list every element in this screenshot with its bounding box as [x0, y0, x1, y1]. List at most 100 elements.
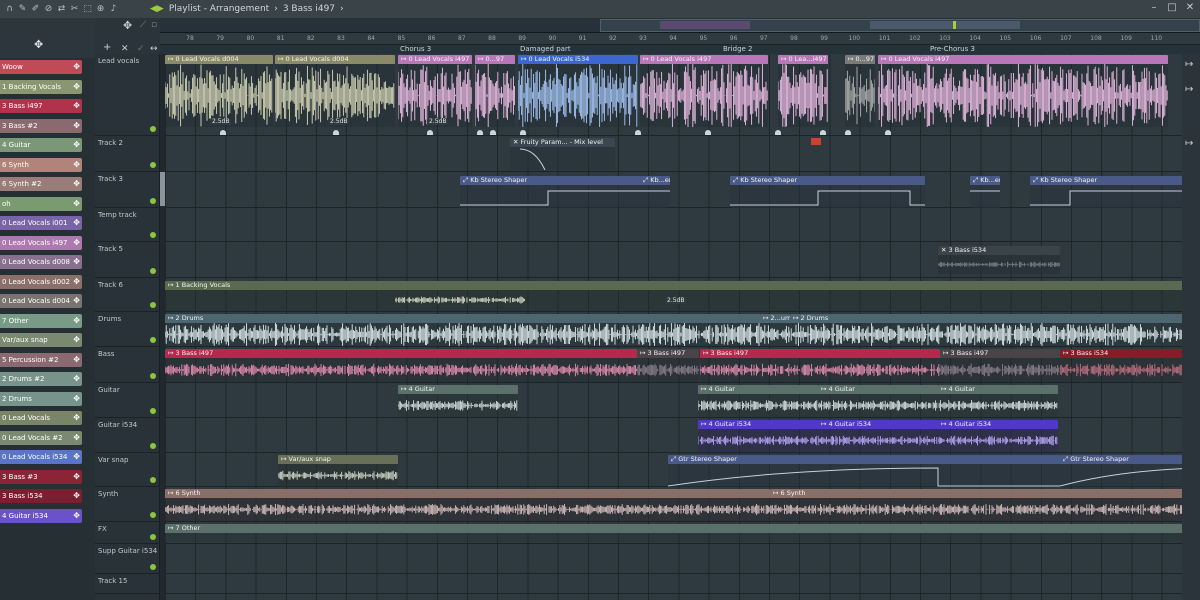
- track-enable-led[interactable]: [150, 302, 156, 308]
- check-icon[interactable]: ✓: [137, 44, 145, 54]
- move-icon[interactable]: ✥: [73, 489, 80, 503]
- picker-item[interactable]: 2 Drums #2 ✥: [0, 372, 82, 386]
- picker-item[interactable]: 0 Lead Vocals d008 ✥: [0, 255, 82, 269]
- playlist-clip[interactable]: ✕ Fruity Param... - Mix level: [510, 138, 615, 170]
- track-enable-led[interactable]: [150, 162, 156, 168]
- picker-item[interactable]: 0 Lead Vocals i534 ✥: [0, 450, 82, 464]
- marker-pin[interactable]: [520, 130, 526, 135]
- picker-item[interactable]: Woow ✥: [0, 60, 82, 74]
- playlist-clip[interactable]: ↦ 4 Guitar: [698, 385, 818, 417]
- track-enable-led[interactable]: [150, 337, 156, 343]
- picker-item[interactable]: 5 Percussion #2 ✥: [0, 352, 82, 367]
- move-icon[interactable]: ✥: [73, 372, 80, 386]
- move-icon[interactable]: ✥: [73, 99, 80, 113]
- playlist-clip[interactable]: ↦ 0 Lead Vocals i497: [878, 55, 1168, 127]
- track-header[interactable]: Supp Guitar i534: [95, 544, 160, 574]
- move-icon[interactable]: ✥: [73, 431, 80, 445]
- track-enable-led[interactable]: [150, 232, 156, 238]
- marker-pin[interactable]: [220, 130, 226, 135]
- track-header[interactable]: Track 6: [95, 278, 160, 312]
- playlist-clip[interactable]: ↦ 3 Bass i497: [940, 349, 1060, 382]
- marker-pin[interactable]: [427, 130, 433, 135]
- move-icon[interactable]: ✥: [73, 255, 80, 269]
- playlist-clip[interactable]: ↦ 0...97: [845, 55, 875, 127]
- move-icon[interactable]: ✥: [73, 333, 80, 347]
- playlist-clip[interactable]: ↦ 4 Guitar i534: [938, 420, 1058, 452]
- move-icon[interactable]: ✥: [73, 197, 80, 211]
- track-enable-led[interactable]: [150, 408, 156, 414]
- zoom-icon[interactable]: ⊕: [95, 4, 106, 15]
- move-icon[interactable]: ✥: [73, 294, 80, 308]
- marker-pin[interactable]: [705, 130, 711, 135]
- picker-item[interactable]: 0 Lead Vocals #2 ✥: [0, 430, 82, 445]
- move-icon[interactable]: ✥: [73, 177, 80, 191]
- playlist-clip[interactable]: ↦ 3 Bass i497: [700, 349, 940, 382]
- magnet-icon[interactable]: ∩: [4, 4, 15, 15]
- track-header[interactable]: Bass: [95, 347, 160, 383]
- playlist-clip[interactable]: ↦ Var/aux snap: [278, 455, 398, 487]
- playlist-clip[interactable]: ↦ 3 Bass i497: [637, 349, 699, 382]
- arrow-right-icon[interactable]: ↦: [1185, 138, 1193, 149]
- add-track-icon[interactable]: +: [103, 42, 111, 53]
- marker-label[interactable]: Pre-Chorus 3: [930, 45, 975, 53]
- playlist-clip[interactable]: ↦ 4 Guitar: [818, 385, 938, 417]
- track-header[interactable]: Track 5: [95, 242, 160, 278]
- playlist-clip[interactable]: ⤢ Kb...er: [640, 176, 670, 208]
- slice-icon[interactable]: ✂: [69, 4, 80, 15]
- track-enable-led[interactable]: [150, 126, 156, 132]
- track-lane[interactable]: [165, 544, 1200, 574]
- picker-item[interactable]: 0 Lead Vocals i497 ✥: [0, 235, 82, 250]
- track-header[interactable]: Synth: [95, 487, 160, 522]
- playlist-clip[interactable]: ↦ 0 Lead Vocals i497: [640, 55, 768, 127]
- picker-item[interactable]: 0 Lead Vocals ✥: [0, 411, 82, 425]
- timeline-ruler[interactable]: 78 79 80 81 82 83 84 85 86 87 88 89 90 91 92 93 94 95 96 97…: [160, 33, 1200, 45]
- move-icon[interactable]: ✥: [73, 236, 80, 250]
- move-icon[interactable]: ✥: [73, 138, 80, 152]
- picker-item[interactable]: 7 Other ✥: [0, 313, 82, 328]
- picker-move-icon[interactable]: ✥: [34, 38, 43, 51]
- playlist-clip[interactable]: ↦ 0 Lead Vocals d004: [165, 55, 273, 127]
- diagonal-icon[interactable]: ⟋: [140, 20, 146, 30]
- picker-item[interactable]: 4 Guitar ✥: [0, 138, 82, 152]
- move-icon[interactable]: ✥: [73, 392, 80, 406]
- marker-pin[interactable]: [820, 130, 826, 135]
- arrow-right-icon[interactable]: ↦: [1185, 59, 1193, 70]
- playlist-clip[interactable]: ↦ 2 Drums: [790, 314, 1200, 346]
- playlist-clip[interactable]: ⤢ Kb...er: [970, 176, 1000, 208]
- playlist-clip[interactable]: ↦ 0 Lea...i497: [778, 55, 828, 127]
- picker-item[interactable]: 4 Guitar i534 ✥: [0, 508, 82, 523]
- track-header[interactable]: Lead vocals: [95, 54, 160, 136]
- playlist-clip[interactable]: ↦ 7 Other: [165, 524, 1200, 542]
- track-lane[interactable]: [165, 136, 1200, 172]
- marker-pin[interactable]: [885, 130, 891, 135]
- marker-label[interactable]: Bridge 2: [723, 45, 753, 53]
- snap-icon[interactable]: ✥: [123, 19, 132, 32]
- stretch-icon[interactable]: ↔: [150, 44, 158, 54]
- mute-icon[interactable]: ⊘: [43, 4, 54, 15]
- move-icon[interactable]: ✥: [73, 509, 80, 523]
- move-icon[interactable]: ✥: [73, 60, 80, 74]
- playlist-clip[interactable]: ↦ 3 Bass i497: [165, 349, 637, 382]
- play-arrow-icon[interactable]: ◀▶: [150, 4, 164, 14]
- overview-strip[interactable]: [160, 18, 1200, 33]
- picker-item[interactable]: 0 Lead Vocals i001 ✥: [0, 216, 82, 230]
- playlist-clip[interactable]: ⤢ Kb Stereo Shaper: [730, 176, 925, 208]
- move-icon[interactable]: ✥: [73, 216, 80, 230]
- playlist-clip[interactable]: ↦ 0 Lead Vocals d004: [275, 55, 395, 127]
- track-header[interactable]: Track 2: [95, 136, 160, 172]
- track-enable-led[interactable]: [150, 564, 156, 570]
- track-header[interactable]: Drums: [95, 312, 160, 347]
- maximize-icon[interactable]: □: [1166, 2, 1178, 14]
- pattern-name[interactable]: 3 Bass i497: [283, 4, 335, 14]
- playlist-clip[interactable]: ↦ 4 Guitar i534: [818, 420, 938, 452]
- playlist-clip[interactable]: ↦ 0 Lead Vocals i534: [518, 55, 638, 127]
- playlist-clip[interactable]: ⤢ Gtr Stereo Shaper: [1060, 455, 1200, 487]
- picker-item[interactable]: 3 Bass #3 ✥: [0, 469, 82, 484]
- track-lane[interactable]: [165, 208, 1200, 242]
- playlist-clip[interactable]: ⤢ Gtr Stereo Shaper: [668, 455, 1060, 487]
- move-icon[interactable]: ✥: [73, 314, 80, 328]
- arrow-right-icon[interactable]: ↦: [1185, 84, 1193, 95]
- marker-label[interactable]: Damaged part: [520, 45, 571, 53]
- playlist-clip[interactable]: ↦ 4 Guitar: [938, 385, 1058, 417]
- minimize-icon[interactable]: –: [1148, 2, 1160, 14]
